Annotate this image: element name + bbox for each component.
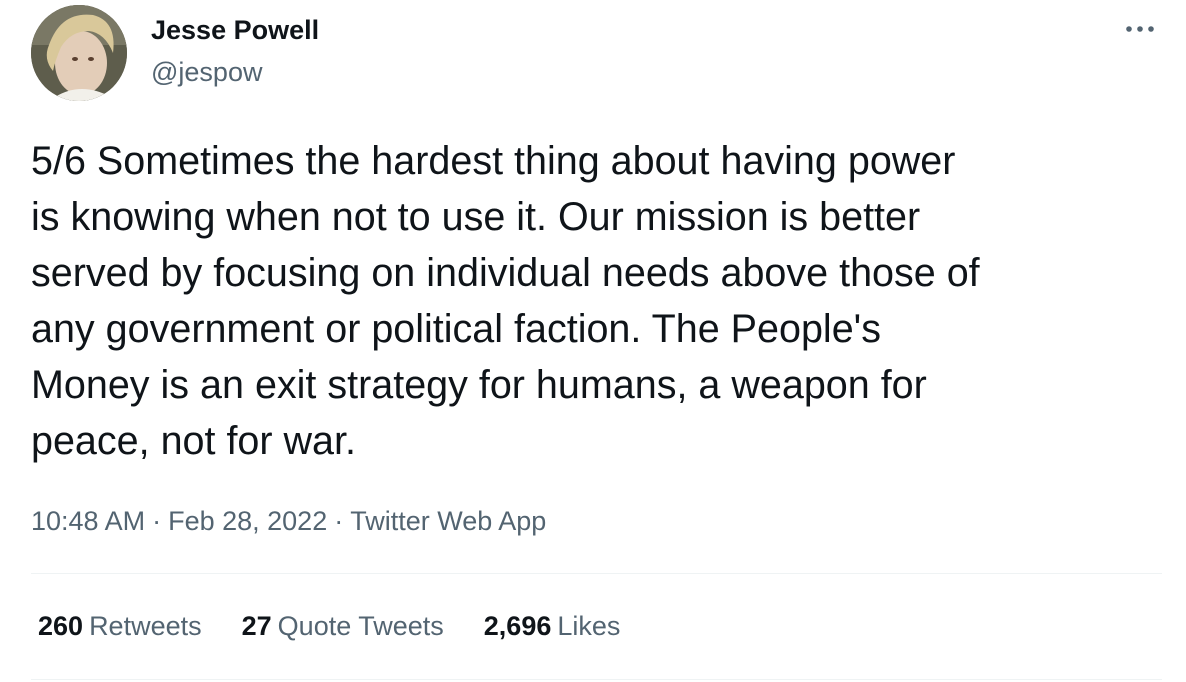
tweet-time-link[interactable]: 10:48 AM [31,506,145,536]
retweets-count: 260 [38,611,84,641]
tweet-date-link[interactable]: Feb 28, 2022 [168,506,327,536]
likes-count: 2,696 [483,611,552,641]
quote-tweets-label: Quote Tweets [277,611,444,641]
author-name[interactable]: Jesse Powell [151,13,319,47]
more-options-button[interactable] [1118,14,1162,44]
tweet-meta: 10:48 AM · Feb 28, 2022 · Twitter Web App [31,501,546,541]
likes-label: Likes [557,611,621,641]
author-handle[interactable]: @jespow [151,55,262,89]
quote-tweets-count: 27 [241,611,272,641]
more-horizontal-icon [1126,26,1154,32]
avatar[interactable] [31,5,127,101]
tweet-source-link[interactable]: Twitter Web App [350,506,546,536]
divider [31,573,1162,574]
tweet-stats: 260 Retweets 27 Quote Tweets 2,696 Likes [38,606,660,646]
retweets-stat[interactable]: 260 Retweets [38,606,202,646]
retweets-label: Retweets [89,611,202,641]
divider [31,679,1162,680]
tweet-card: Jesse Powell @jespow 5/6 Sometimes the h… [0,0,1186,682]
meta-separator: · [152,506,162,536]
likes-stat[interactable]: 2,696 Likes [484,606,621,646]
meta-separator: · [334,506,344,536]
quote-tweets-stat[interactable]: 27 Quote Tweets [242,606,444,646]
tweet-text: 5/6 Sometimes the hardest thing about ha… [31,139,980,463]
